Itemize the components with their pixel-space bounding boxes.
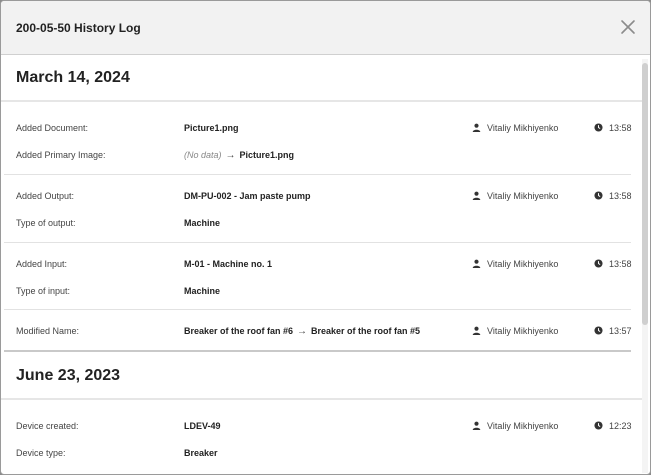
change-value: Machine: [184, 286, 221, 296]
user-icon: [472, 326, 481, 335]
change-time: 12:23: [594, 421, 632, 431]
user-icon: [472, 421, 481, 430]
change-time: 13:58: [594, 191, 632, 201]
date-heading: March 14, 2024: [16, 69, 130, 86]
modal-title: 200-05-50 History Log: [16, 21, 141, 35]
change-label: Added Output:: [16, 191, 75, 201]
date-heading: June 23, 2023: [16, 367, 121, 384]
old-value: Breaker of the roof fan #6: [184, 326, 294, 336]
change-label: Type of input:: [16, 286, 71, 296]
change-time: 13:58: [594, 259, 632, 269]
clock-icon: [594, 259, 603, 268]
time-value: 13:58: [609, 123, 632, 133]
time-value: 13:57: [609, 326, 632, 336]
change-label: Device created:: [16, 421, 79, 431]
new-value: Picture1.png: [239, 150, 295, 160]
change-value: Picture1.png: [184, 123, 239, 133]
change-label: Added Input:: [16, 259, 68, 269]
clock-icon: [594, 421, 603, 430]
clock-icon: [594, 326, 603, 335]
clock-icon: [594, 123, 603, 132]
change-label: Added Document:: [16, 123, 89, 133]
user-name: Vitaliy Mikhiyenko: [487, 123, 559, 133]
change-time: 13:58: [594, 123, 632, 133]
arrow-right-icon: →: [297, 326, 308, 337]
change-value: Breaker of the roof fan #6 → Breaker of th…: [184, 326, 420, 337]
change-user: Vitaliy Mikhiyenko: [472, 421, 558, 431]
arrow-right-icon: →: [225, 150, 236, 161]
change-label: Modified Name:: [16, 326, 80, 336]
change-user: Vitaliy Mikhiyenko: [472, 123, 558, 133]
change-value: DM-PU-002 - Jam paste pump: [184, 191, 311, 201]
time-value: 13:58: [609, 259, 632, 269]
change-label: Added Primary Image:: [16, 150, 106, 160]
old-value: (No data): [184, 150, 222, 160]
user-name: Vitaliy Mikhiyenko: [487, 326, 559, 336]
close-button[interactable]: [620, 19, 636, 35]
history-log-modal: 200-05-50 History Log March 14, 2024 Add…: [0, 0, 651, 475]
change-value: Machine: [184, 218, 221, 228]
date-divider: [1, 398, 644, 400]
date-divider: [1, 100, 644, 102]
change-value: Breaker: [184, 448, 218, 458]
user-name: Vitaliy Mikhiyenko: [487, 421, 559, 431]
close-icon: [621, 20, 635, 34]
change-user: Vitaliy Mikhiyenko: [472, 191, 558, 201]
change-label: Device type:: [16, 448, 66, 458]
change-label: Type of output:: [16, 218, 76, 228]
user-icon: [472, 123, 481, 132]
user-name: Vitaliy Mikhiyenko: [487, 191, 559, 201]
entry-divider: [4, 242, 631, 243]
entry-divider: [4, 309, 631, 310]
time-value: 13:58: [609, 191, 632, 201]
change-user: Vitaliy Mikhiyenko: [472, 326, 558, 336]
entry-divider: [4, 174, 631, 175]
scrollbar-thumb[interactable]: [642, 63, 648, 325]
history-log-body[interactable]: March 14, 2024 Added Document: Picture1.…: [1, 56, 650, 474]
change-value: LDEV-49: [184, 421, 221, 431]
change-value: M-01 - Machine no. 1: [184, 259, 273, 269]
new-value: Breaker of the roof fan #5: [311, 326, 421, 336]
time-value: 12:23: [609, 421, 632, 431]
user-icon: [472, 259, 481, 268]
modal-header: 200-05-50 History Log: [1, 1, 650, 55]
group-divider: [4, 350, 631, 352]
clock-icon: [594, 191, 603, 200]
change-value: (No data) → Picture1.png: [184, 150, 294, 161]
scrollbar[interactable]: [642, 59, 648, 473]
change-time: 13:57: [594, 326, 632, 336]
change-user: Vitaliy Mikhiyenko: [472, 259, 558, 269]
user-name: Vitaliy Mikhiyenko: [487, 259, 559, 269]
user-icon: [472, 191, 481, 200]
